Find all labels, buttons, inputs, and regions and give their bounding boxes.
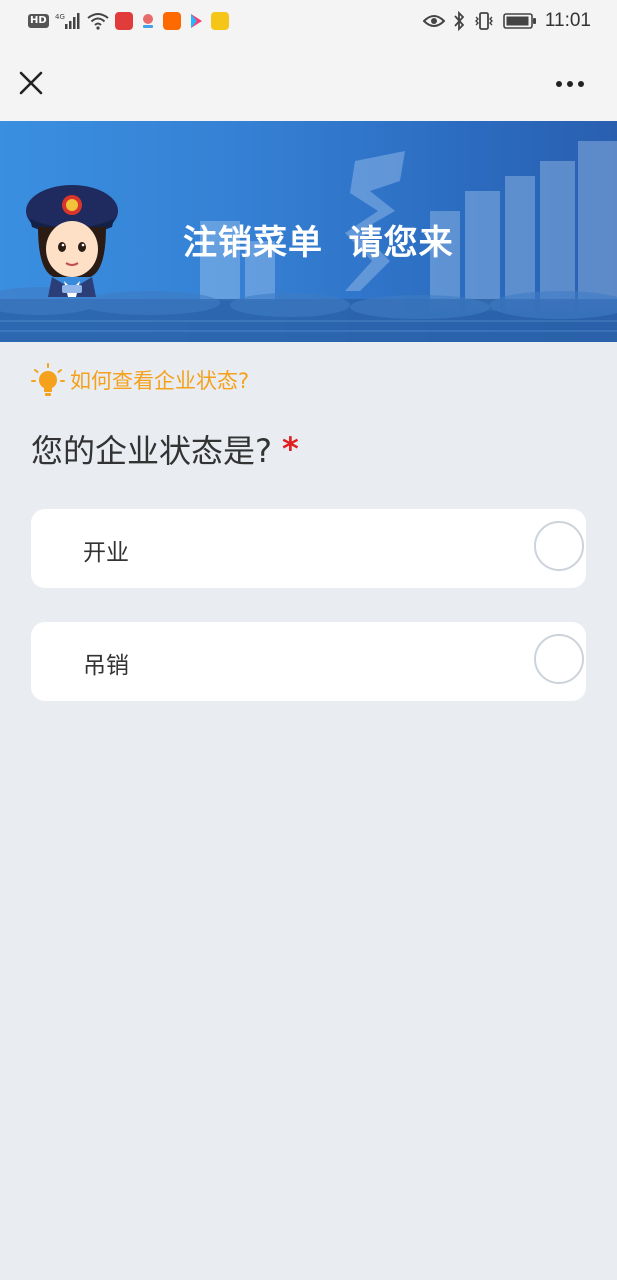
signal-icon: 4G [55, 13, 80, 29]
close-icon [19, 71, 43, 95]
question-text: 您的企业状态是? [31, 432, 272, 470]
radio-button[interactable] [534, 521, 584, 571]
hd-icon: HD [28, 14, 49, 28]
option-label: 吊销 [83, 653, 129, 679]
header-banner: 注销菜单 请您来 [0, 121, 617, 342]
status-help-text: 如何查看企业状态? [70, 369, 250, 393]
question-title: 您的企业状态是? * [31, 426, 299, 472]
battery-icon [503, 13, 536, 29]
wifi-icon [87, 13, 109, 30]
required-marker: * [282, 430, 299, 468]
officer-mascot-icon [26, 185, 118, 297]
lightbulb-icon [31, 363, 65, 396]
radio-button[interactable] [534, 634, 584, 684]
option-open[interactable]: 开业 [31, 509, 586, 588]
status-time: 11:01 [544, 10, 591, 31]
location-app-icon [142, 14, 153, 28]
more-button[interactable] [551, 70, 595, 98]
bluetooth-icon [454, 11, 465, 31]
eye-icon [422, 15, 445, 27]
top-nav [0, 48, 617, 121]
option-revoked[interactable]: 吊销 [31, 622, 586, 701]
more-icon [556, 81, 584, 87]
status-help-link[interactable]: 如何查看企业状态? [30, 360, 249, 400]
taobao-app-icon [162, 12, 181, 30]
status-left: HD 4G [28, 12, 229, 30]
vibrate-icon [474, 12, 493, 30]
option-label: 开业 [83, 540, 129, 566]
video-app-icon [190, 14, 202, 28]
mail-app-icon [210, 12, 229, 30]
status-right: 11:01 [422, 10, 591, 32]
postal-app-icon [114, 12, 133, 30]
svg-text:4G: 4G [55, 13, 65, 21]
status-bar: HD 4G 11:01 [0, 0, 617, 48]
close-button[interactable] [14, 66, 48, 100]
banner-title: 注销菜单 请您来 [183, 223, 454, 263]
